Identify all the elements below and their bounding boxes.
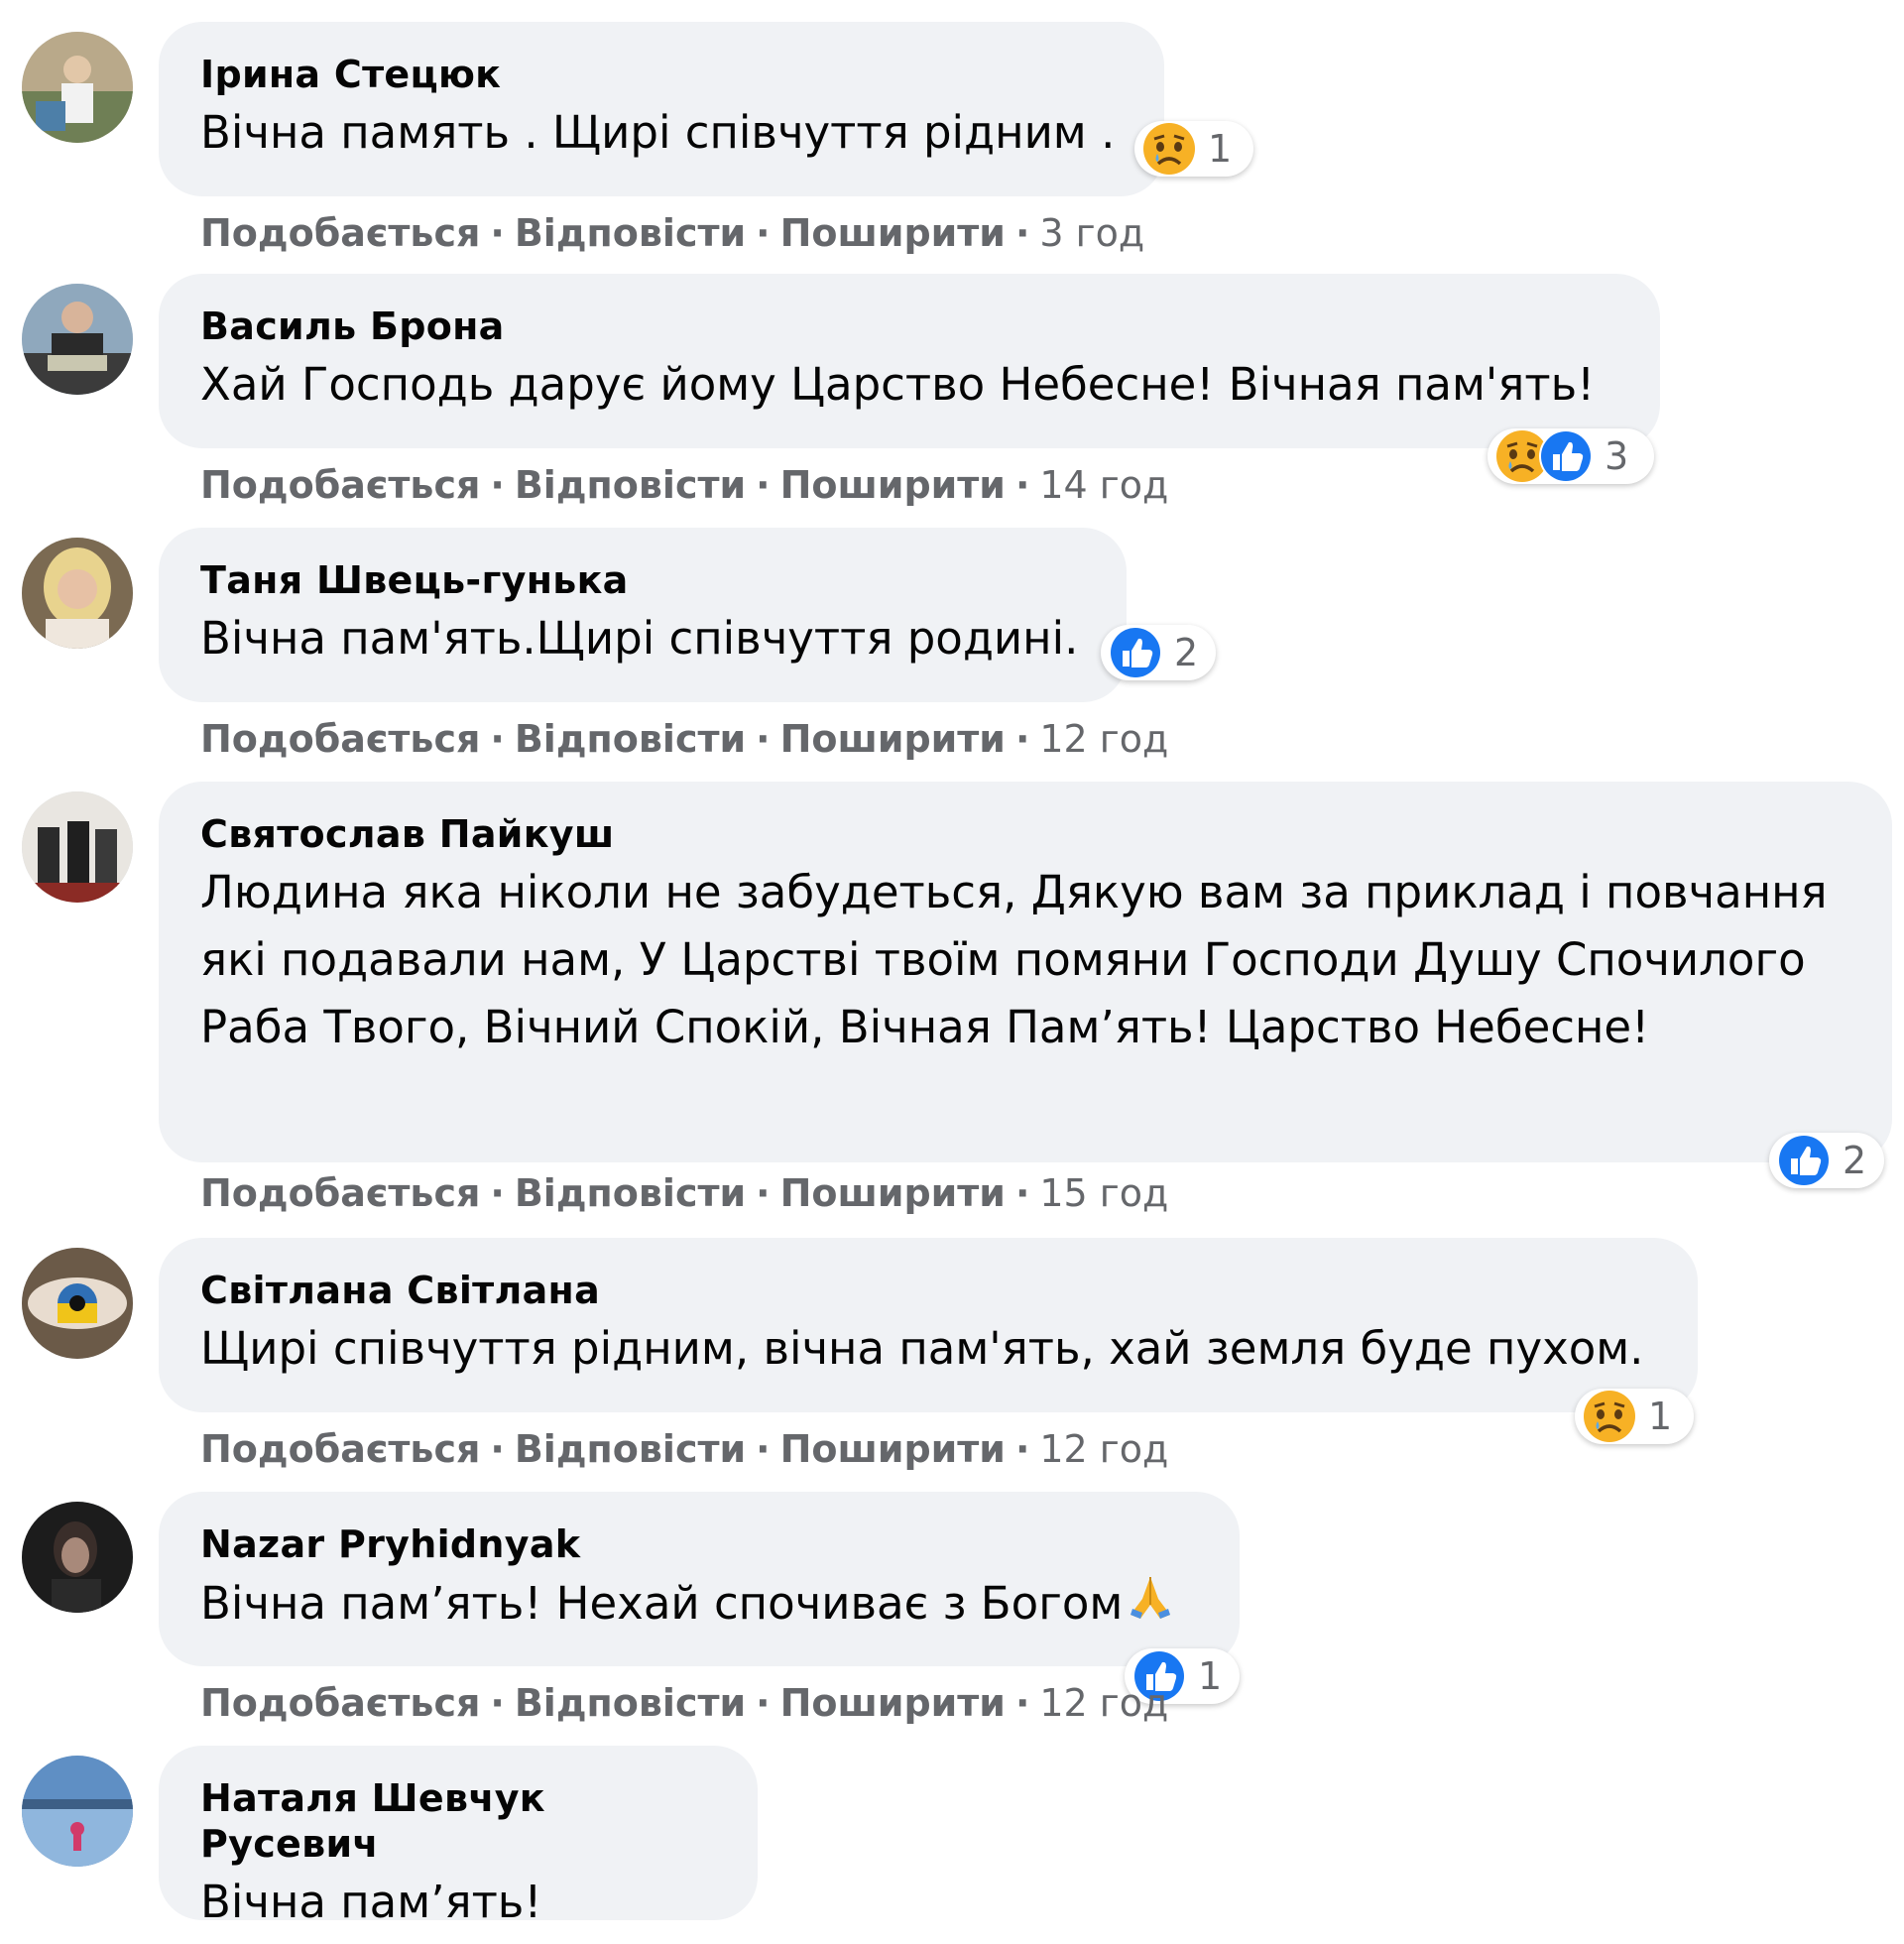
avatar[interactable] xyxy=(22,1502,133,1613)
comment-bubble: Ірина Стецюк Вічна память . Щирі співчут… xyxy=(159,22,1164,196)
comment-text: Людина яка ніколи не забудеться, Дякую в… xyxy=(200,866,1828,1053)
comment-author[interactable]: Ірина Стецюк xyxy=(200,52,1123,97)
like-reaction-icon xyxy=(1539,429,1593,483)
like-button[interactable]: Подобається xyxy=(200,1171,480,1215)
comment-text: Вічна пам’ять! xyxy=(200,1876,542,1928)
comment-text: Вічна пам'ять.Щирі співчуття родині. xyxy=(200,612,1079,665)
comment-text: Щирі співчуття рідним, вічна пам'ять, ха… xyxy=(200,1322,1644,1375)
reply-button[interactable]: Відповісти xyxy=(515,717,746,761)
comment-actions: Подобається · Відповісти · Поширити · 12 год xyxy=(200,1427,1169,1471)
comment-author[interactable]: Світлана Світлана xyxy=(200,1268,1656,1313)
avatar[interactable] xyxy=(22,32,133,143)
reply-button[interactable]: Відповісти xyxy=(515,1427,746,1471)
comment-author[interactable]: Василь Брона xyxy=(200,304,1618,349)
reaction-count: 2 xyxy=(1174,631,1199,674)
comment-actions: Подобається · Відповісти · Поширити · 3 год xyxy=(200,211,1145,255)
comment-actions: Подобається · Відповісти · Поширити · 12 год xyxy=(200,1681,1169,1725)
share-button[interactable]: Поширити xyxy=(780,211,1006,255)
reaction-summary[interactable]: 1 xyxy=(1575,1389,1694,1444)
reaction-count: 1 xyxy=(1208,127,1233,171)
comment-timestamp[interactable]: 14 год xyxy=(1039,463,1168,507)
comment-author[interactable]: Наталя Шевчук Русевич xyxy=(200,1775,716,1867)
like-button[interactable]: Подобається xyxy=(200,1427,480,1471)
comment-bubble: Nazar Pryhidnyak Вічна пам’ять! Нехай сп… xyxy=(159,1492,1240,1666)
comment-actions: Подобається · Відповісти · Поширити · 15 год xyxy=(200,1171,1169,1215)
like-button[interactable]: Подобається xyxy=(200,463,480,507)
like-button[interactable]: Подобається xyxy=(200,1681,480,1725)
comment-bubble: Світлана Світлана Щирі співчуття рідним,… xyxy=(159,1238,1698,1412)
share-button[interactable]: Поширити xyxy=(780,463,1006,507)
comment-author[interactable]: Таня Швець-гунька xyxy=(200,557,1085,603)
comment-author[interactable]: Святослав Пайкуш xyxy=(200,811,1850,857)
avatar[interactable] xyxy=(22,284,133,395)
comment-timestamp[interactable]: 12 год xyxy=(1039,1427,1168,1471)
avatar[interactable] xyxy=(22,1756,133,1867)
comment-text: Вічна память . Щирі співчуття рідним . xyxy=(200,106,1116,159)
comment-timestamp[interactable]: 12 год xyxy=(1039,1681,1168,1725)
comment-timestamp[interactable]: 12 год xyxy=(1039,717,1168,761)
like-button[interactable]: Подобається xyxy=(200,211,480,255)
reaction-summary[interactable]: 1 xyxy=(1134,121,1253,177)
comment-bubble: Святослав Пайкуш Людина яка ніколи не за… xyxy=(159,782,1892,1162)
reaction-count: 1 xyxy=(1648,1395,1673,1438)
comment-timestamp[interactable]: 15 год xyxy=(1039,1171,1168,1215)
reaction-summary[interactable]: 2 xyxy=(1101,625,1216,680)
like-button[interactable]: Подобається xyxy=(200,717,480,761)
like-reaction-icon xyxy=(1779,1136,1829,1185)
reaction-count: 1 xyxy=(1198,1654,1223,1698)
reaction-count: 2 xyxy=(1843,1139,1867,1182)
comment-bubble: Наталя Шевчук Русевич Вічна пам’ять! xyxy=(159,1746,758,1928)
like-reaction-icon xyxy=(1111,628,1160,677)
share-button[interactable]: Поширити xyxy=(780,1681,1006,1725)
sad-reaction-icon xyxy=(1143,123,1195,175)
comment-timestamp[interactable]: 3 год xyxy=(1039,211,1144,255)
comment-bubble: Таня Швець-гунька Вічна пам'ять.Щирі спі… xyxy=(159,528,1127,702)
avatar[interactable] xyxy=(22,538,133,649)
comment-bubble: Василь Брона Хай Господь дарує йому Царс… xyxy=(159,274,1660,448)
folded-hands-emoji-icon xyxy=(1130,1577,1171,1619)
reaction-count: 3 xyxy=(1605,434,1629,478)
avatar[interactable] xyxy=(22,1248,133,1359)
reply-button[interactable]: Відповісти xyxy=(515,1681,746,1725)
comment-actions: Подобається · Відповісти · Поширити · 12 год xyxy=(200,717,1169,761)
reaction-summary[interactable]: 2 xyxy=(1769,1133,1884,1188)
share-button[interactable]: Поширити xyxy=(780,717,1006,761)
comment-text: Хай Господь дарує йому Царство Небесне! … xyxy=(200,358,1596,411)
comment-author[interactable]: Nazar Pryhidnyak xyxy=(200,1521,1198,1567)
reply-button[interactable]: Відповісти xyxy=(515,211,746,255)
reaction-summary[interactable]: 3 xyxy=(1488,428,1654,484)
sad-reaction-icon xyxy=(1584,1391,1635,1442)
share-button[interactable]: Поширити xyxy=(780,1171,1006,1215)
share-button[interactable]: Поширити xyxy=(780,1427,1006,1471)
reply-button[interactable]: Відповісти xyxy=(515,463,746,507)
avatar[interactable] xyxy=(22,791,133,903)
comment-text: Вічна пам’ять! Нехай спочиває з Богом xyxy=(200,1569,1198,1638)
comment-actions: Подобається · Відповісти · Поширити · 14 год xyxy=(200,463,1169,507)
reply-button[interactable]: Відповісти xyxy=(515,1171,746,1215)
